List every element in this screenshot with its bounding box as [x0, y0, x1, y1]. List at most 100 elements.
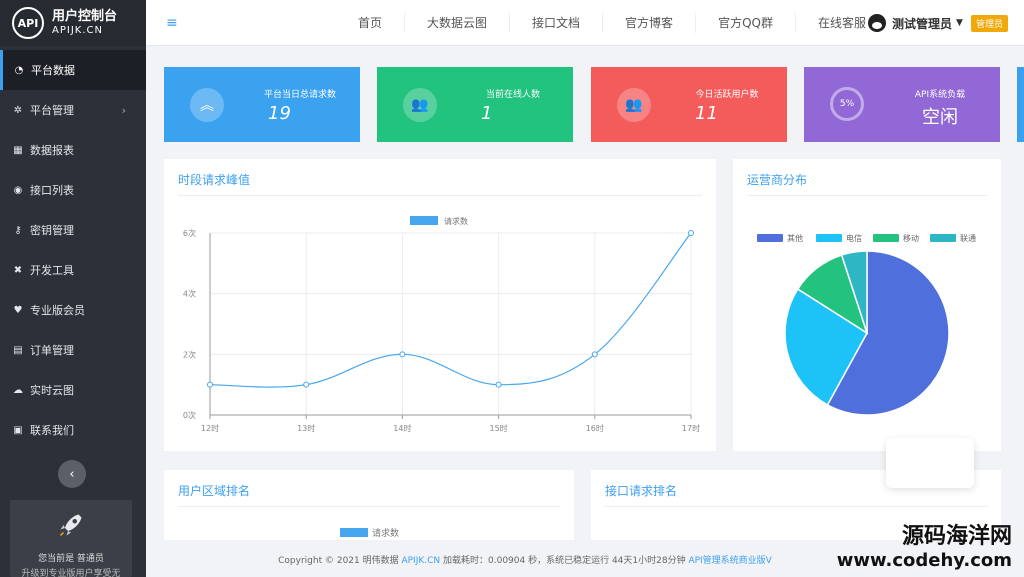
x-tick-label: 13时 — [297, 423, 315, 433]
sidebar-collapse-button[interactable]: ‹ — [58, 460, 86, 488]
sidebar-item-label: 接口列表 — [30, 184, 74, 197]
brand-subtitle: APIJK.CN — [52, 24, 103, 36]
stat-label: API系统负载 — [914, 90, 966, 100]
dashboard-icon: ◔ — [14, 64, 24, 76]
contact-card-icon: ▣ — [13, 424, 23, 436]
series-line — [209, 232, 692, 388]
legend-label: 其他 — [787, 233, 803, 243]
legend-swatch — [816, 234, 842, 242]
brand[interactable]: API 用户控制台 APIJK.CN — [0, 0, 146, 46]
data-point — [303, 381, 310, 388]
brand-logo-icon: API — [12, 7, 44, 39]
watermark-title: 源码海洋网 — [901, 523, 1012, 549]
topnav-item-0[interactable]: 首页 — [336, 13, 406, 33]
y-tick-label: 4次 — [183, 289, 196, 299]
topnav-item-3[interactable]: 官方博客 — [603, 13, 697, 33]
user-card-role: 您当前是 普通员 — [38, 554, 104, 564]
sidebar-item-6[interactable]: ♥ 专业版会员 — [0, 290, 146, 330]
data-point — [495, 381, 502, 388]
tools-icon: ✖ — [13, 264, 23, 276]
chevron-down-icon: ▼ — [956, 18, 963, 28]
footer-site-link[interactable]: APIJK.CN — [401, 556, 440, 566]
sidebar-item-9[interactable]: ▣ 联系我们 — [0, 410, 146, 450]
users-icon: 👥 — [403, 88, 437, 122]
legend-label: 联通 — [960, 233, 976, 243]
topnav-item-1[interactable]: 大数据云图 — [405, 13, 511, 33]
stat-label: 今日活跃用户数 — [695, 90, 759, 100]
x-tick-label: 15时 — [490, 423, 508, 433]
sidebar-item-label: 订单管理 — [30, 344, 74, 357]
y-tick-label: 6次 — [183, 228, 196, 238]
top-nav: 首页 大数据云图 接口文档 官方博客 官方QQ群 在线客服 — [336, 0, 888, 46]
vip-icon: ♥ — [13, 304, 23, 316]
topnav-item-2[interactable]: 接口文档 — [510, 13, 604, 33]
legend-label: 电信 — [846, 233, 862, 243]
stat-value: 19 — [268, 103, 291, 124]
stat-value: 1 — [481, 103, 493, 124]
stat-label: 当前在线人数 — [485, 90, 540, 100]
topbar: ≡ 首页 大数据云图 接口文档 官方博客 官方QQ群 在线客服 测试管理员 ▼ 管理员 — [146, 0, 1024, 46]
legend-label: 移动 — [903, 233, 919, 243]
sidebar-item-label: 联系我们 — [30, 424, 74, 437]
x-tick-label: 17时 — [682, 423, 700, 433]
sidebar-item-label: 平台管理 — [30, 104, 74, 117]
user-name: 测试管理员 — [892, 16, 953, 31]
stat-card-3: 5% API系统负载 空闲 — [804, 67, 1000, 142]
sidebar-item-label: 密钥管理 — [30, 224, 74, 237]
stat-value: 空闲 — [922, 107, 958, 128]
footer-product-link[interactable]: API管理系统商业版V — [688, 556, 771, 566]
data-point — [399, 351, 406, 358]
brand-title: 用户控制台 — [52, 9, 118, 25]
sidebar-item-2[interactable]: ▦ 数据报表 — [0, 130, 146, 170]
user-menu[interactable]: 测试管理员 ▼ 管理员 — [868, 0, 1008, 46]
peak-chart-panel: 时段请求峰值 0次 2次 4次 6次 12时 13时 14时 15时 16时 17时 请求数 — [164, 159, 716, 451]
sidebar-item-8[interactable]: ☁ 实时云图 — [0, 370, 146, 410]
sidebar-item-3[interactable]: ◉ 接口列表 — [0, 170, 146, 210]
stat-card-0: ︽ 平台当日总请求数 19 — [164, 67, 360, 142]
panel-title: 接口请求排名 — [605, 484, 678, 498]
chevron-right-icon: › — [121, 103, 126, 117]
user-upgrade-card: 您当前是 普通员 升级到专业版用户享受无 — [10, 500, 132, 577]
stat-card-2: 👥 今日活跃用户数 11 — [591, 67, 787, 142]
data-point — [591, 351, 598, 358]
x-tick-label: 12时 — [201, 423, 219, 433]
sidebar-item-0[interactable]: ◔ 平台数据 — [0, 50, 146, 90]
footer-copyright: Copyright © 2021 明伟数据 — [278, 556, 402, 566]
legend-swatch — [340, 528, 368, 537]
sidebar-item-label: 实时云图 — [30, 384, 74, 397]
sidebar-item-7[interactable]: ▤ 订单管理 — [0, 330, 146, 370]
area-chart-icon: ▦ — [13, 144, 23, 156]
stat-card-partial — [1017, 67, 1024, 142]
key-icon: ⚷ — [14, 224, 22, 236]
sidebar-item-label: 平台数据 — [31, 64, 75, 77]
user-card-upgrade-text[interactable]: 升级到专业版用户享受无 — [10, 566, 132, 577]
panel-title: 用户区域排名 — [178, 484, 251, 498]
sidebar-item-5[interactable]: ✖ 开发工具 — [0, 250, 146, 290]
avatar — [868, 14, 886, 32]
stat-value: 11 — [695, 103, 718, 124]
x-tick-label: 14时 — [393, 423, 411, 433]
cloud-icon: ☁ — [13, 384, 23, 396]
menu-icon[interactable]: ≡ — [166, 15, 178, 31]
double-chevron-up-icon: ︽ — [190, 88, 224, 122]
sidebar-item-label: 专业版会员 — [30, 304, 85, 317]
pie-chart: 其他 电信 移动 联通 — [757, 233, 976, 416]
y-tick-label: 2次 — [183, 349, 196, 359]
watermark-url: www.codehy.com — [836, 550, 1012, 571]
legend-label: 请求数 — [444, 216, 468, 226]
legend-swatch — [873, 234, 899, 242]
sidebar: API 用户控制台 APIJK.CN ◔ 平台数据 ✲ 平台管理 › ▦ 数据报表 ◉ 接口列表… — [0, 0, 146, 577]
floating-widget[interactable] — [886, 438, 974, 488]
chart-legend[interactable]: 请求数 — [340, 526, 399, 539]
region-rank-panel: 用户区域排名 请求数 — [164, 470, 574, 540]
compass-icon: ◉ — [13, 184, 23, 196]
rocket-icon — [59, 514, 82, 537]
sidebar-item-4[interactable]: ⚷ 密钥管理 — [0, 210, 146, 250]
data-point — [688, 230, 694, 236]
legend-swatch — [757, 234, 783, 242]
line-chart: 0次 2次 4次 6次 12时 13时 14时 15时 16时 17时 请求数 — [183, 216, 700, 433]
role-badge: 管理员 — [970, 14, 1008, 32]
sidebar-item-1[interactable]: ✲ 平台管理 › — [0, 90, 146, 130]
topnav-item-4[interactable]: 官方QQ群 — [696, 13, 796, 33]
data-point — [207, 381, 213, 388]
